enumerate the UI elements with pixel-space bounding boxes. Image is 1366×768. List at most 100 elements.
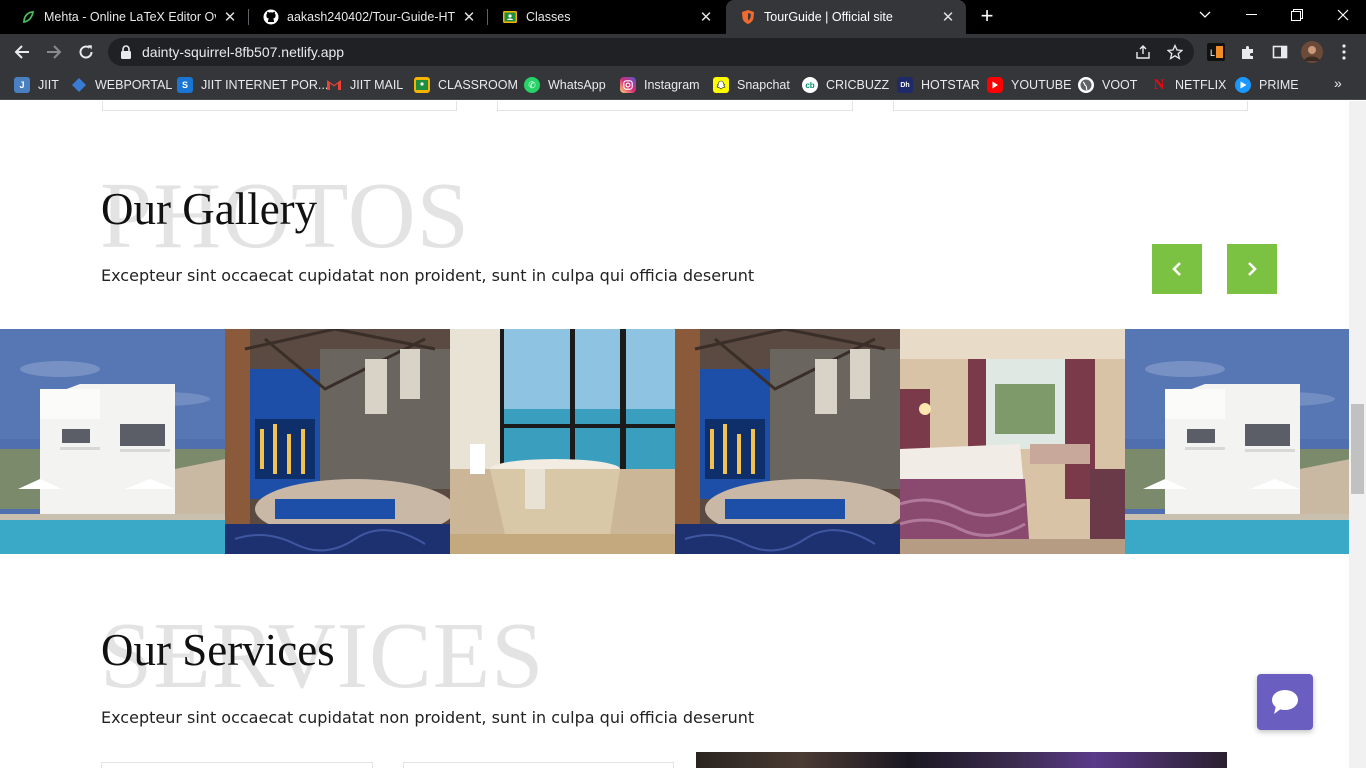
- kebab-menu-icon[interactable]: [1332, 40, 1356, 64]
- webportal-icon: [71, 77, 87, 93]
- bookmark-hotstar[interactable]: Dh HOTSTAR: [897, 75, 980, 95]
- share-icon[interactable]: [1135, 44, 1151, 60]
- arrow-right-icon: [47, 45, 62, 59]
- bookmark-label: Snapchat: [737, 78, 790, 92]
- services-subtitle: Excepteur sint occaecat cupidatat non pr…: [101, 708, 755, 727]
- avatar[interactable]: [1300, 40, 1324, 64]
- gallery-prev-button[interactable]: [1152, 244, 1202, 294]
- tourguide-icon: [740, 9, 756, 25]
- photo-villa-pool[interactable]: [1125, 329, 1349, 554]
- gallery-next-button[interactable]: [1227, 244, 1277, 294]
- close-icon[interactable]: ✕: [222, 9, 238, 26]
- page-viewport: PHOTOS Our Gallery Excepteur sint occaec…: [0, 101, 1349, 768]
- photo-bedroom[interactable]: [900, 329, 1125, 554]
- restore-icon: [1291, 9, 1303, 21]
- svg-text:L: L: [1210, 48, 1215, 58]
- bookmark-webportal[interactable]: WEBPORTAL: [71, 75, 172, 95]
- chevron-left-icon: [1172, 262, 1181, 276]
- reload-icon: [79, 45, 93, 59]
- gallery-subtitle: Excepteur sint occaecat cupidatat non pr…: [101, 266, 755, 285]
- bookmark-label: CRICBUZZ: [826, 78, 890, 92]
- forward-button[interactable]: [40, 38, 68, 66]
- snapchat-icon: [713, 77, 729, 93]
- tab-title: Classes: [526, 10, 571, 24]
- bookmark-label: PRIME: [1259, 78, 1299, 92]
- side-panel-icon[interactable]: [1268, 40, 1292, 64]
- restore-button[interactable]: [1274, 0, 1320, 30]
- photo-bathroom-tub[interactable]: [450, 329, 675, 554]
- chevron-right-icon: [1248, 262, 1257, 276]
- previous-card: [497, 101, 853, 111]
- lock-icon[interactable]: [120, 45, 132, 64]
- reload-button[interactable]: [72, 38, 100, 66]
- bookmark-label: JIIT MAIL: [350, 78, 404, 92]
- classroom-icon: [414, 77, 430, 93]
- tab-tourguide[interactable]: TourGuide | Official site ✕: [726, 0, 966, 34]
- tab-overleaf[interactable]: Mehta - Online LaTeX Editor Ove ✕: [6, 0, 248, 34]
- bookmark-jiit-mail[interactable]: JIIT MAIL: [326, 75, 403, 95]
- jiit-icon: J: [14, 77, 30, 93]
- bookmark-label: VOOT: [1102, 78, 1138, 92]
- photo-hotel-lobby[interactable]: [675, 329, 900, 554]
- photo-hotel-lobby[interactable]: [225, 329, 450, 554]
- globe-icon: [1078, 77, 1094, 93]
- bookmark-label: CLASSROOM: [438, 78, 518, 92]
- service-card[interactable]: [101, 762, 373, 768]
- back-button[interactable]: [8, 38, 36, 66]
- tab-github[interactable]: aakash240402/Tour-Guide-HTML ✕: [249, 0, 487, 34]
- chevron-down-icon: [1199, 11, 1211, 18]
- bookmark-snapchat[interactable]: Snapchat: [713, 75, 790, 95]
- service-image: [696, 752, 1227, 768]
- youtube-icon: [987, 77, 1003, 93]
- close-icon[interactable]: ✕: [698, 9, 714, 26]
- bookmarks-overflow-button[interactable]: »: [1334, 75, 1342, 91]
- bookmark-label: WEBPORTAL: [95, 78, 173, 92]
- gallery-title: Our Gallery: [101, 184, 318, 234]
- service-card[interactable]: [403, 762, 674, 768]
- github-icon: [263, 9, 279, 25]
- bookmark-cricbuzz[interactable]: cb CRICBUZZ: [802, 75, 889, 95]
- netflix-icon: N: [1153, 76, 1165, 93]
- browser-tab-strip: Mehta - Online LaTeX Editor Ove ✕ aakash…: [0, 0, 1366, 34]
- bookmark-jiit[interactable]: J JIIT: [14, 75, 59, 95]
- puzzle-icon[interactable]: [1236, 40, 1260, 64]
- bookmark-star-icon[interactable]: [1166, 43, 1184, 60]
- tab-title: aakash240402/Tour-Guide-HTML: [287, 10, 455, 24]
- bookmark-youtube[interactable]: YOUTUBE: [987, 75, 1071, 95]
- services-title: Our Services: [101, 625, 335, 675]
- previous-card: [893, 101, 1248, 111]
- browser-toolbar: dainty-squirrel-8fb507.netlify.app L: [0, 34, 1366, 70]
- tab-classroom[interactable]: Classes ✕: [488, 0, 724, 34]
- bookmark-whatsapp[interactable]: ✆ WhatsApp: [524, 75, 606, 95]
- bookmark-prime[interactable]: PRIME: [1235, 75, 1299, 95]
- bookmark-jiit-internet-portal[interactable]: S JIIT INTERNET POR...: [177, 75, 328, 95]
- classroom-icon: [502, 9, 518, 25]
- bookmark-netflix[interactable]: N NETFLIX: [1151, 75, 1227, 95]
- tab-title: Mehta - Online LaTeX Editor Ove: [44, 10, 216, 24]
- close-icon[interactable]: ✕: [940, 9, 956, 26]
- bookmark-label: HOTSTAR: [921, 78, 980, 92]
- minimize-button[interactable]: [1228, 0, 1274, 30]
- tab-search-button[interactable]: [1182, 0, 1228, 30]
- bookmark-label: NETFLIX: [1175, 78, 1227, 92]
- gallery-carousel[interactable]: [0, 329, 1349, 554]
- chat-bubble-icon: [1272, 690, 1298, 714]
- minimize-icon: [1245, 14, 1257, 15]
- bookmark-classroom[interactable]: CLASSROOM: [414, 75, 518, 95]
- latex-extension-icon[interactable]: L: [1204, 40, 1228, 64]
- chat-button[interactable]: [1257, 674, 1313, 730]
- whatsapp-icon: ✆: [524, 77, 540, 93]
- bookmark-voot[interactable]: VOOT: [1078, 75, 1137, 95]
- bookmark-instagram[interactable]: Instagram: [620, 75, 700, 95]
- bookmark-label: WhatsApp: [548, 78, 606, 92]
- scrollbar-thumb[interactable]: [1351, 404, 1364, 494]
- close-window-button[interactable]: [1320, 0, 1366, 30]
- close-icon[interactable]: ✕: [461, 9, 477, 26]
- internet-portal-icon: S: [177, 77, 193, 93]
- bookmark-label: YOUTUBE: [1011, 78, 1072, 92]
- new-tab-button[interactable]: +: [976, 5, 998, 28]
- photo-villa-pool[interactable]: [0, 329, 225, 554]
- prime-video-icon: [1235, 77, 1251, 93]
- address-bar[interactable]: dainty-squirrel-8fb507.netlify.app: [108, 38, 1194, 66]
- bookmark-label: Instagram: [644, 78, 700, 92]
